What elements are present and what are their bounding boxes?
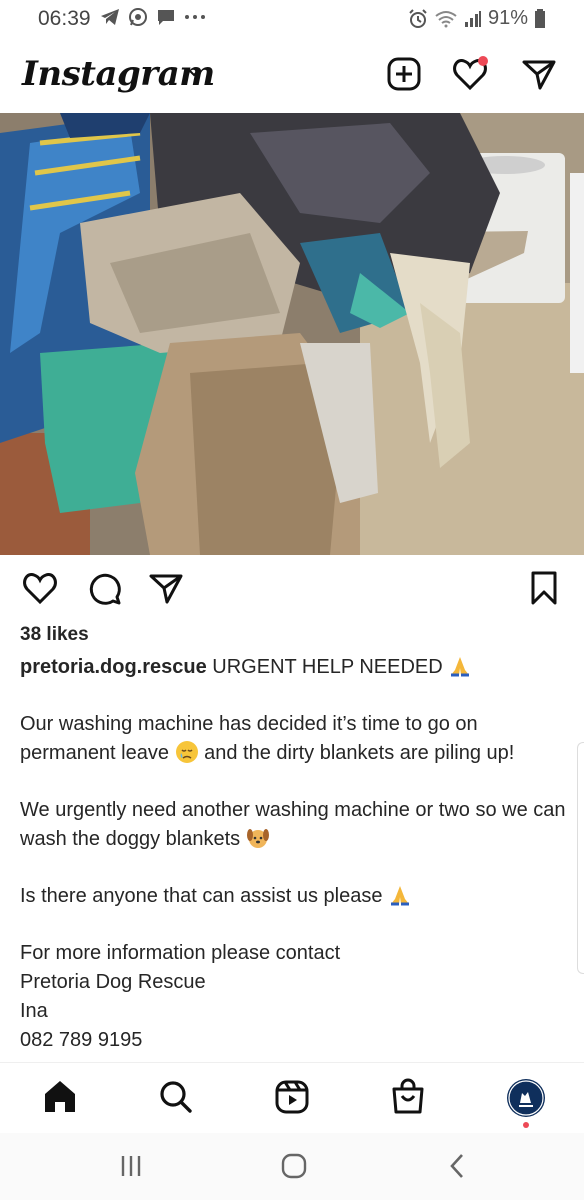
caption-text-3: Is there anyone that can assist us pleas… [20, 885, 383, 907]
post-username[interactable]: pretoria.dog.rescue [20, 656, 207, 678]
battery-percent: 91% [487, 7, 528, 29]
caption-text-1b: and the dirty blankets are piling up! [204, 742, 515, 764]
wifi-icon [435, 10, 457, 27]
home-circle-icon[interactable] [279, 1151, 309, 1181]
status-bar: 06:39 91% [0, 0, 584, 38]
caption-text-2: We urgently need another washing machine… [20, 799, 566, 850]
like-heart-icon[interactable] [22, 570, 58, 606]
share-icon[interactable] [148, 570, 184, 606]
profile-logo-icon [508, 1080, 544, 1116]
post-photo[interactable] [0, 113, 584, 555]
profile-notification-dot [523, 1122, 529, 1128]
post-caption: pretoria.dog.rescue URGENT HELP NEEDED O… [20, 653, 570, 1055]
contact-phone[interactable]: 082 789 9195 [20, 1029, 142, 1051]
contact-line-2: Pretoria Dog Rescue [20, 971, 206, 993]
system-nav-bar [0, 1133, 584, 1200]
home-icon[interactable] [40, 1077, 80, 1117]
new-post-icon[interactable] [386, 56, 422, 92]
dog-face-emoji [246, 829, 269, 848]
contact-line-3: Ina [20, 1000, 48, 1022]
caption-paragraph-3: Is there anyone that can assist us pleas… [20, 882, 570, 911]
shop-icon[interactable] [388, 1077, 428, 1117]
whatsapp-icon [129, 8, 147, 26]
reels-icon[interactable] [272, 1077, 312, 1117]
likes-count[interactable]: 38 likes [20, 624, 89, 646]
notification-dot [478, 56, 488, 66]
search-icon[interactable] [156, 1077, 196, 1117]
direct-message-icon[interactable] [521, 56, 557, 92]
back-icon[interactable] [443, 1151, 473, 1181]
profile-avatar[interactable] [507, 1079, 545, 1117]
status-time: 06:39 [38, 7, 91, 30]
save-bookmark-icon[interactable] [526, 570, 562, 606]
scroll-indicator [577, 742, 584, 974]
more-icon [185, 15, 205, 19]
app-header: Instagram [0, 48, 584, 110]
signal-icon [464, 10, 481, 27]
caption-paragraph-1: Our washing machine has decided it’s tim… [20, 710, 570, 768]
sad-face-emoji [175, 741, 198, 763]
caption-paragraph-2: We urgently need another washing machine… [20, 796, 570, 854]
post-actions [0, 566, 584, 610]
contact-line-1: For more information please contact [20, 942, 341, 964]
folded-hands-emoji [391, 886, 410, 906]
alarm-icon [409, 8, 427, 28]
message-icon [158, 10, 174, 25]
telegram-icon [101, 9, 119, 25]
caption-contact: For more information please contact Pret… [20, 939, 570, 1055]
post-photo-blankets [0, 113, 584, 555]
caption-headline: pretoria.dog.rescue URGENT HELP NEEDED [20, 653, 570, 682]
chevron-down-icon[interactable] [186, 66, 202, 78]
battery-icon [535, 8, 545, 28]
comment-icon[interactable] [86, 570, 122, 606]
caption-title: URGENT HELP NEEDED [212, 656, 443, 678]
bottom-nav [0, 1063, 584, 1133]
recent-apps-icon[interactable] [116, 1151, 146, 1181]
folded-hands-emoji [451, 657, 470, 677]
